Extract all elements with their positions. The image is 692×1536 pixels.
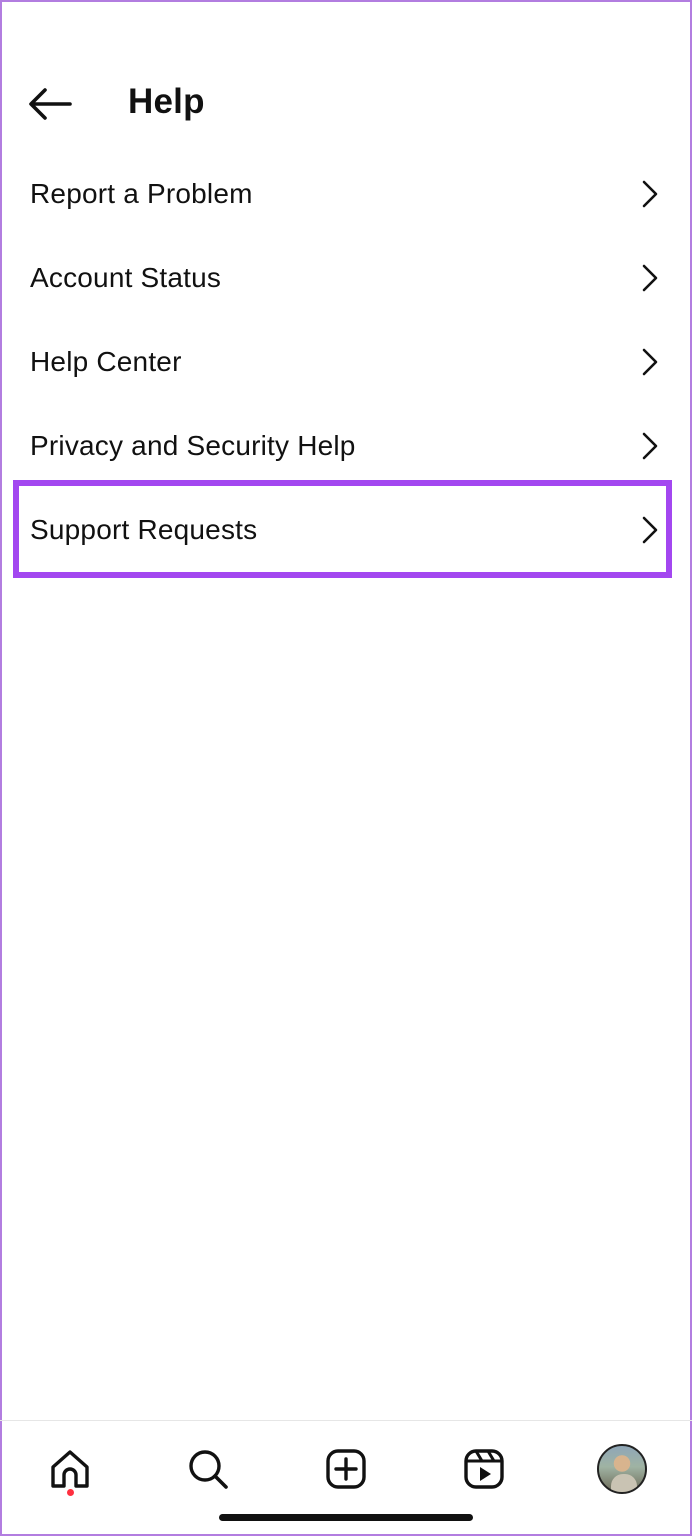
chevron-right-icon bbox=[642, 264, 658, 292]
menu-item-label: Report a Problem bbox=[30, 178, 253, 209]
menu-item-label: Privacy and Security Help bbox=[30, 430, 356, 461]
back-button[interactable] bbox=[22, 80, 78, 128]
menu-item-label: Support Requests bbox=[30, 514, 258, 545]
notification-dot bbox=[67, 1489, 74, 1496]
menu-item-label: Account Status bbox=[30, 262, 222, 293]
profile-avatar bbox=[597, 1444, 647, 1494]
home-icon bbox=[51, 1450, 89, 1488]
tab-create[interactable] bbox=[316, 1439, 376, 1499]
tab-reels[interactable] bbox=[454, 1439, 514, 1499]
tab-profile[interactable] bbox=[592, 1439, 652, 1499]
menu-item-help-center[interactable]: Help Center bbox=[0, 320, 692, 404]
chevron-right-icon bbox=[642, 516, 658, 544]
search-icon bbox=[189, 1450, 228, 1489]
chevron-right-icon bbox=[642, 432, 658, 460]
chevron-right-icon bbox=[642, 348, 658, 376]
menu-item-label: Help Center bbox=[30, 346, 182, 377]
menu-item-privacy-and-security-help[interactable]: Privacy and Security Help bbox=[0, 404, 692, 488]
reels-icon bbox=[464, 1449, 504, 1489]
tab-search[interactable] bbox=[178, 1439, 238, 1499]
menu-item-support-requests[interactable]: Support Requests bbox=[0, 488, 692, 572]
header: Help bbox=[0, 60, 692, 146]
help-menu: Report a Problem Account Status Help Cen… bbox=[0, 152, 692, 572]
chevron-right-icon bbox=[642, 180, 658, 208]
back-arrow-icon bbox=[29, 88, 72, 120]
home-indicator[interactable] bbox=[219, 1514, 473, 1521]
page-title: Help bbox=[128, 82, 205, 121]
menu-item-report-a-problem[interactable]: Report a Problem bbox=[0, 152, 692, 236]
menu-item-account-status[interactable]: Account Status bbox=[0, 236, 692, 320]
create-icon bbox=[326, 1449, 366, 1489]
